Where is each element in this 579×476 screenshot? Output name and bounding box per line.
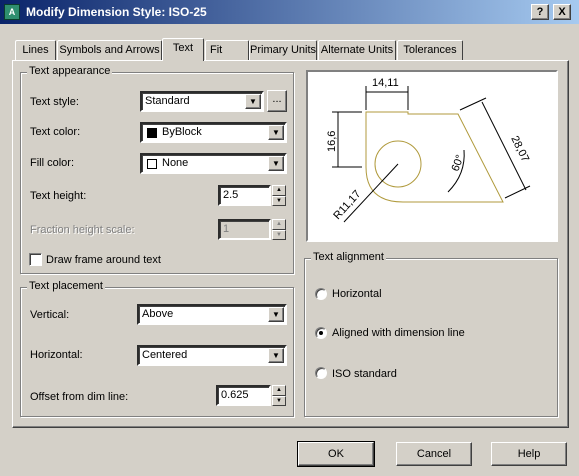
horizontal-label: Horizontal: — [30, 349, 83, 361]
text-appearance-label: Text appearance — [27, 65, 113, 77]
text-height-value: 2.5 — [223, 189, 239, 201]
fraction-height-value: 1 — [223, 223, 230, 235]
tab-tolerances[interactable]: Tolerances — [397, 40, 463, 60]
dimension-preview: 14,11 16,6 28,07 60° R11,17 — [306, 70, 558, 242]
text-height-spin-down[interactable]: ▼ — [272, 196, 286, 206]
text-color-value: ByBlock — [162, 126, 202, 138]
text-color-combo[interactable]: ByBlock ▼ — [140, 122, 287, 143]
vertical-value: Above — [142, 308, 174, 320]
dim-left: 16,6 — [326, 131, 338, 152]
radio-horizontal[interactable] — [315, 288, 327, 300]
text-color-label: Text color: — [30, 126, 81, 138]
dimension-style-icon: A — [4, 4, 20, 20]
text-height-spin-up[interactable]: ▲ — [272, 185, 286, 196]
tab-lines[interactable]: Lines — [15, 40, 56, 60]
dim-top: 14,11 — [372, 77, 399, 89]
tab-primary-units[interactable]: Primary Units — [249, 40, 317, 60]
fill-color-label: Fill color: — [30, 157, 75, 169]
chevron-down-icon[interactable]: ▼ — [268, 156, 284, 171]
vertical-combo[interactable]: Above ▼ — [137, 304, 287, 325]
radio-selected-dot — [319, 331, 323, 335]
text-style-browse-button[interactable]: ... — [267, 90, 287, 112]
text-style-combo[interactable]: Standard ▼ — [140, 91, 264, 112]
preview-drawing: 14,11 16,6 28,07 60° R11,17 — [326, 77, 531, 223]
help-title-button[interactable]: ? — [531, 4, 549, 20]
text-placement-label: Text placement — [27, 280, 105, 292]
fraction-height-label: Fraction height scale: — [30, 224, 135, 236]
offset-label: Offset from dim line: — [30, 391, 129, 403]
radio-aligned[interactable] — [315, 327, 327, 339]
text-color-swatch — [147, 128, 157, 138]
fill-color-combo[interactable]: None ▼ — [140, 153, 287, 174]
chevron-down-icon[interactable]: ▼ — [245, 94, 261, 109]
title-bar: A Modify Dimension Style: ISO-25 ? X — [0, 0, 579, 24]
radio-horizontal-label[interactable]: Horizontal — [332, 288, 382, 300]
chevron-down-icon[interactable]: ▼ — [268, 348, 284, 363]
draw-frame-checkbox[interactable] — [29, 253, 42, 266]
offset-value: 0.625 — [221, 389, 249, 401]
fraction-spin-up: ▲ — [272, 219, 286, 230]
radio-iso[interactable] — [315, 367, 327, 379]
chevron-down-icon[interactable]: ▼ — [268, 307, 284, 322]
offset-field[interactable]: 0.625 — [216, 385, 271, 406]
horizontal-combo[interactable]: Centered ▼ — [137, 345, 287, 366]
text-height-field[interactable]: 2.5 — [218, 185, 271, 206]
ok-button[interactable]: OK — [297, 441, 375, 467]
help-button[interactable]: Help — [491, 442, 567, 466]
tab-text[interactable]: Text — [162, 38, 204, 61]
chevron-down-icon[interactable]: ▼ — [268, 125, 284, 140]
fraction-spin-down: ▼ — [272, 230, 286, 240]
dim-radius: R11,17 — [331, 188, 363, 222]
fraction-height-field: 1 — [218, 219, 271, 240]
cancel-button[interactable]: Cancel — [396, 442, 472, 466]
text-style-value: Standard — [145, 95, 190, 107]
fill-color-value: None — [162, 157, 189, 169]
dim-right: 28,07 — [508, 134, 531, 164]
radio-aligned-label[interactable]: Aligned with dimension line — [332, 327, 465, 339]
tab-symbols-and-arrows[interactable]: Symbols and Arrows — [57, 40, 162, 60]
text-style-label: Text style: — [30, 96, 79, 108]
radio-iso-label[interactable]: ISO standard — [332, 368, 397, 380]
window-title: Modify Dimension Style: ISO-25 — [26, 5, 207, 19]
offset-spin-down[interactable]: ▼ — [272, 396, 286, 406]
horizontal-value: Centered — [142, 349, 188, 361]
part-outline — [365, 111, 504, 203]
tab-fit[interactable]: Fit — [205, 40, 249, 60]
fill-color-swatch — [147, 159, 157, 169]
close-button[interactable]: X — [553, 4, 571, 20]
draw-frame-label[interactable]: Draw frame around text — [46, 254, 161, 266]
tab-alternate-units[interactable]: Alternate Units — [318, 40, 396, 60]
text-alignment-label: Text alignment — [311, 251, 386, 263]
text-height-label: Text height: — [30, 190, 87, 202]
offset-spin-up[interactable]: ▲ — [272, 385, 286, 396]
vertical-label: Vertical: — [30, 309, 70, 321]
